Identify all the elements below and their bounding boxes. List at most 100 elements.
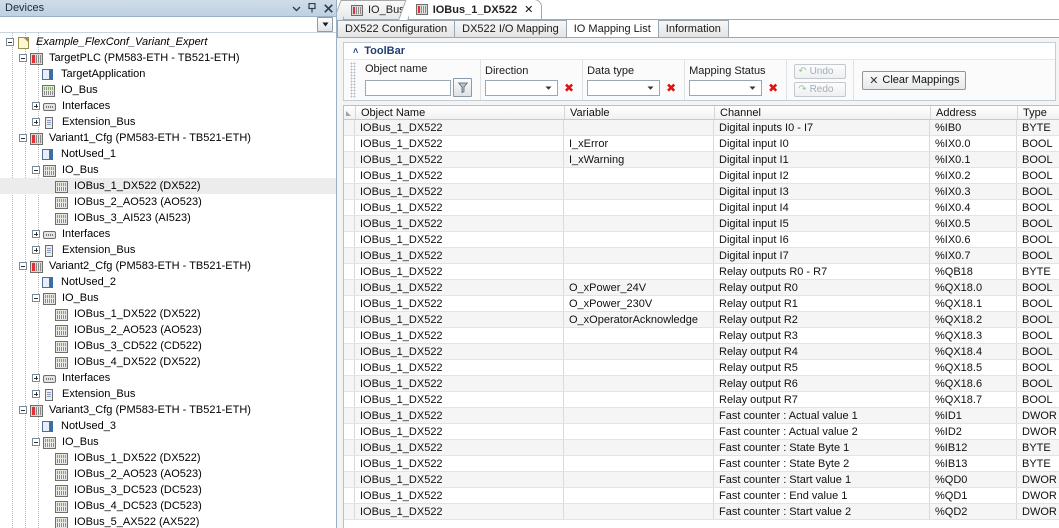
device-tree[interactable]: Example_FlexConf_Variant_Expert TargetPLC… [0, 33, 336, 528]
tree-item[interactable]: IOBus_2_AO523 (AO523) [0, 194, 336, 210]
tree-expand-plus-icon[interactable] [31, 229, 42, 240]
row-selector-cell[interactable] [344, 360, 355, 375]
toolbar-header[interactable]: ˄ ToolBar [344, 43, 1055, 59]
table-row[interactable]: IOBus_1_DX522 Digital input I3 %IX0.3 BOOL [344, 184, 1059, 200]
table-row[interactable]: IOBus_1_DX522 Fast counter : Start value … [344, 472, 1059, 488]
table-cell-variable[interactable] [564, 424, 714, 439]
tree-item[interactable]: Variant2_Cfg (PM583-ETH - TB521-ETH) [0, 258, 336, 274]
table-cell-variable[interactable] [564, 200, 714, 215]
undo-button[interactable]: ↶ Undo [794, 63, 847, 79]
grid-column-header[interactable]: Type [1018, 106, 1058, 119]
data-type-clear-button[interactable]: ✖ [666, 82, 676, 94]
table-cell-variable[interactable]: O_xOperatorAcknowledge [564, 312, 714, 327]
tree-item[interactable]: Extension_Bus [0, 386, 336, 402]
panel-close-icon[interactable] [320, 1, 336, 16]
row-selector-cell[interactable] [344, 184, 355, 199]
row-selector-cell[interactable] [344, 120, 355, 135]
toolbar-gripper[interactable] [350, 62, 356, 98]
tree-item[interactable]: NotUsed_2 [0, 274, 336, 290]
row-selector-cell[interactable] [344, 440, 355, 455]
sub-tab[interactable]: DX522 I/O Mapping [454, 20, 567, 37]
document-tab[interactable]: IOBus_1_DX522 ✕ [397, 0, 543, 20]
tree-item[interactable]: IO_Bus [0, 290, 336, 306]
table-cell-variable[interactable] [564, 392, 714, 407]
direction-clear-button[interactable]: ✖ [564, 82, 574, 94]
filter-funnel-icon[interactable] [453, 78, 472, 97]
tree-item[interactable]: IOBus_3_DC523 (DC523) [0, 482, 336, 498]
tree-collapse-minus-icon[interactable] [18, 53, 29, 64]
table-row[interactable]: IOBus_1_DX522 Relay output R4 %QX18.4 BOOL [344, 344, 1059, 360]
devices-view-dropdown-button[interactable] [317, 17, 333, 32]
grid-body[interactable]: IOBus_1_DX522 Digital inputs I0 - I7 %IB0 B… [344, 120, 1059, 528]
tree-expand-plus-icon[interactable] [31, 245, 42, 256]
row-selector-cell[interactable] [344, 376, 355, 391]
mapping-status-combobox[interactable] [689, 79, 763, 96]
row-selector-cell[interactable] [344, 136, 355, 151]
grid-column-header[interactable]: Object Name [356, 106, 565, 119]
table-row[interactable]: IOBus_1_DX522 Digital input I2 %IX0.2 BOOL [344, 168, 1059, 184]
tree-collapse-minus-icon[interactable] [31, 165, 42, 176]
table-row[interactable]: IOBus_1_DX522 Relay output R3 %QX18.3 BOOL [344, 328, 1059, 344]
table-row[interactable]: IOBus_1_DX522 Relay outputs R0 - R7 %QB18 B… [344, 264, 1059, 280]
tree-expand-plus-icon[interactable] [31, 373, 42, 384]
table-cell-variable[interactable] [564, 328, 714, 343]
table-cell-variable[interactable] [564, 184, 714, 199]
table-cell-variable[interactable] [564, 168, 714, 183]
table-cell-variable[interactable] [564, 248, 714, 263]
table-cell-variable[interactable]: O_xPower_24V [564, 280, 714, 295]
tree-item[interactable]: IOBus_5_AX522 (AX522) [0, 514, 336, 528]
sub-tab[interactable]: IO Mapping List [565, 19, 659, 37]
row-selector-cell[interactable] [344, 504, 355, 519]
tree-item[interactable]: IOBus_2_AO523 (AO523) [0, 322, 336, 338]
row-selector-cell[interactable] [344, 216, 355, 231]
table-cell-variable[interactable] [564, 488, 714, 503]
table-row[interactable]: IOBus_1_DX522 Relay output R5 %QX18.5 BOOL [344, 360, 1059, 376]
panel-menu-dropdown-icon[interactable] [288, 1, 304, 16]
row-selector-cell[interactable] [344, 472, 355, 487]
table-cell-variable[interactable]: I_xError [564, 136, 714, 151]
tree-collapse-minus-icon[interactable] [31, 293, 42, 304]
document-tab-bar[interactable]: IO_Bus IOBus_1_DX522 ✕ [337, 0, 1059, 20]
row-selector-cell[interactable] [344, 296, 355, 311]
row-selector-cell[interactable] [344, 392, 355, 407]
table-row[interactable]: IOBus_1_DX522 Digital input I6 %IX0.6 BOOL [344, 232, 1059, 248]
tree-collapse-minus-icon[interactable] [5, 37, 16, 48]
tree-item[interactable]: NotUsed_1 [0, 146, 336, 162]
table-cell-variable[interactable] [564, 440, 714, 455]
tree-expand-plus-icon[interactable] [31, 117, 42, 128]
row-selector-cell[interactable] [344, 488, 355, 503]
row-selector-cell[interactable] [344, 280, 355, 295]
toolbar-collapse-caret-icon[interactable]: ˄ [353, 46, 358, 56]
table-row[interactable]: IOBus_1_DX522 I_xError Digital input I0 %IX… [344, 136, 1059, 152]
sub-tab[interactable]: Information [657, 20, 729, 37]
redo-button[interactable]: ↷ Redo [794, 81, 847, 97]
table-cell-variable[interactable] [564, 456, 714, 471]
table-row[interactable]: IOBus_1_DX522 Fast counter : Actual value… [344, 408, 1059, 424]
tree-item[interactable]: IOBus_2_AO523 (AO523) [0, 466, 336, 482]
row-selector-cell[interactable] [344, 232, 355, 247]
row-selector-cell[interactable] [344, 264, 355, 279]
table-cell-variable[interactable] [564, 120, 714, 135]
table-row[interactable]: IOBus_1_DX522 Relay output R6 %QX18.6 BOOL [344, 376, 1059, 392]
tree-item[interactable]: TargetApplication [0, 66, 336, 82]
table-cell-variable[interactable] [564, 232, 714, 247]
tree-item[interactable]: IOBus_3_CD522 (CD522) [0, 338, 336, 354]
table-cell-variable[interactable] [564, 504, 714, 519]
table-row[interactable]: IOBus_1_DX522 O_xOperatorAcknowledge Relay… [344, 312, 1059, 328]
tree-item[interactable]: IO_Bus [0, 82, 336, 98]
sub-tab[interactable]: DX522 Configuration [337, 20, 456, 37]
table-row[interactable]: IOBus_1_DX522 Digital inputs I0 - I7 %IB0 B… [344, 120, 1059, 136]
tree-item[interactable]: Interfaces [0, 98, 336, 114]
tab-close-icon[interactable]: ✕ [524, 3, 533, 16]
row-selector-cell[interactable] [344, 312, 355, 327]
row-selector-cell[interactable] [344, 248, 355, 263]
table-row[interactable]: IOBus_1_DX522 Fast counter : State Byte 1… [344, 440, 1059, 456]
row-selector-cell[interactable] [344, 328, 355, 343]
tree-item[interactable]: TargetPLC (PM583-ETH - TB521-ETH) [0, 50, 336, 66]
tree-item[interactable]: IO_Bus [0, 434, 336, 450]
tree-item[interactable]: IOBus_3_AI523 (AI523) [0, 210, 336, 226]
table-row[interactable]: IOBus_1_DX522 Fast counter : End value 1%… [344, 488, 1059, 504]
row-selector-cell[interactable] [344, 200, 355, 215]
table-row[interactable]: IOBus_1_DX522 O_xPower_230V Relay output R… [344, 296, 1059, 312]
table-cell-variable[interactable] [564, 360, 714, 375]
